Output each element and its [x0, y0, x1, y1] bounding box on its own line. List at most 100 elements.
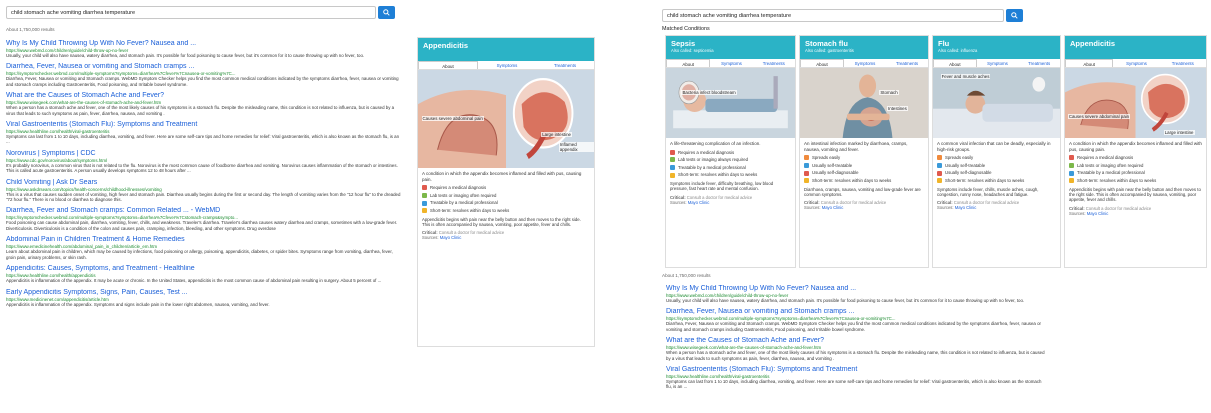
- result-title-link[interactable]: Viral Gastroenteritis (Stomach Flu): Sym…: [6, 121, 402, 129]
- tab-about[interactable]: About: [800, 59, 844, 67]
- feature-row: Short-term: resolves within days to week…: [422, 207, 590, 215]
- tab-symptoms[interactable]: Symptoms: [710, 59, 752, 67]
- source-link[interactable]: Mayo Clinic: [822, 205, 844, 210]
- sources-line: Sources: Mayo Clinic: [1069, 210, 1109, 216]
- condition-symptoms: Appendicitis begins with pain near the b…: [422, 216, 581, 227]
- tab-symptoms[interactable]: Symptoms: [478, 61, 536, 69]
- card-tabs: About Symptoms Treatments: [666, 59, 795, 68]
- result-title-link[interactable]: Abdominal Pain in Children Treatment & H…: [6, 236, 402, 244]
- feature-row: Treatable by a medical professional: [1069, 169, 1202, 177]
- feature-row: Short-term: resolves within days to week…: [1069, 177, 1202, 185]
- result-snippet: Appendicitis is inflammation of the appe…: [6, 301, 270, 307]
- illustration-label: Causes severe abdominal pain: [421, 116, 484, 122]
- result-item: Abdominal Pain in Children Treatment & H…: [6, 236, 402, 260]
- condition-symptoms: Diarrhoea, cramps, nausea, vomiting and …: [804, 186, 921, 197]
- lab-icon: [670, 157, 675, 163]
- right-result-item: Diarrhea, Fever, Nausea or vomiting and …: [666, 308, 1046, 332]
- feature-row: Requires a medical diagnosis: [422, 184, 590, 192]
- right-result-item: What are the Causes of Stomach Ache and …: [666, 337, 1046, 361]
- feature-text: Lab tests or imaging often required: [430, 192, 497, 198]
- result-snippet: Symptoms can last from 1 to 10 days, inc…: [666, 379, 1042, 390]
- source-link[interactable]: Mayo Clinic: [1087, 211, 1109, 216]
- result-title-link[interactable]: Norovirus | Symptoms | CDC: [6, 150, 402, 158]
- result-title-link[interactable]: What are the Causes of Stomach Ache and …: [666, 337, 1046, 345]
- tab-about[interactable]: About: [1065, 59, 1114, 67]
- result-title-link[interactable]: Early Appendicitis Symptoms, Signs, Pain…: [6, 289, 402, 297]
- result-title-link[interactable]: What are the Causes of Stomach Ache and …: [6, 92, 402, 100]
- feature-text: Spreads easily: [812, 155, 841, 161]
- tab-about[interactable]: About: [418, 61, 478, 69]
- search-input-right[interactable]: child stomach ache vomiting diarrhea tem…: [662, 9, 1004, 22]
- result-title-link[interactable]: Diarrhea, Fever and Stomach cramps: Comm…: [6, 207, 402, 215]
- sources-line: Sources: Mayo Clinic: [804, 205, 844, 211]
- search-query-right: child stomach ache vomiting diarrhea tem…: [667, 12, 792, 19]
- result-item: Appendicitis: Causes, Symptoms, and Trea…: [6, 265, 402, 283]
- card-body: A condition in which the appendix become…: [1065, 138, 1206, 219]
- tab-symptoms[interactable]: Symptoms: [1113, 59, 1159, 67]
- feature-text: Usually self-treatable: [945, 162, 986, 168]
- result-title-link[interactable]: Why Is My Child Throwing Up With No Feve…: [666, 285, 1046, 293]
- condition-illustration: Bacteria infect bloodstream: [666, 68, 795, 138]
- tab-about[interactable]: About: [933, 59, 977, 67]
- condition-description: A common viral infection that can be dea…: [937, 141, 1051, 152]
- illustration-label: Fever and muscle aches: [940, 74, 991, 80]
- condition-illustration: Causes severe abdominal pain Large intest…: [418, 70, 594, 168]
- treatment-icon: [422, 200, 427, 206]
- condition-aka: Also called: gastroenteritis: [805, 48, 854, 53]
- search-input[interactable]: child stomach ache vomiting diarrhea tem…: [6, 6, 376, 19]
- source-link[interactable]: Mayo Clinic: [955, 205, 977, 210]
- doctor-icon: [670, 149, 675, 155]
- condition-name[interactable]: Sepsis: [671, 40, 790, 48]
- illustration-label: Causes severe abdominal pain: [1067, 114, 1131, 120]
- feature-text: Requires a medical diagnosis: [430, 185, 487, 191]
- source-link[interactable]: Mayo Clinic: [688, 200, 710, 205]
- card-header: Flu Also called: influenza: [933, 36, 1060, 59]
- condition-card-stomach-flu: Stomach flu Also called: gastroenteritis A…: [799, 35, 929, 268]
- search-button-right[interactable]: [1006, 9, 1023, 22]
- result-item: Norovirus | Symptoms | CDC https://www.cd…: [6, 150, 402, 174]
- search-button[interactable]: [378, 6, 395, 19]
- search-bar: child stomach ache vomiting diarrhea tem…: [6, 6, 395, 19]
- condition-name[interactable]: Appendicitis: [1070, 40, 1201, 48]
- result-title-link[interactable]: Appendicitis: Causes, Symptoms, and Trea…: [6, 265, 402, 273]
- result-title-link[interactable]: Viral Gastroenteritis (Stomach Flu): Sym…: [666, 366, 1046, 374]
- condition-name[interactable]: Flu: [938, 40, 1055, 48]
- result-title-link[interactable]: Why Is My Child Throwing Up With No Feve…: [6, 40, 402, 48]
- illustration-label: Intestines: [887, 106, 908, 112]
- tab-treatments[interactable]: Treatments: [1018, 59, 1060, 67]
- feature-row: Short-term: resolves within days to week…: [804, 177, 924, 185]
- tab-treatments[interactable]: Treatments: [886, 59, 928, 67]
- card-tabs: About Symptoms Treatments: [800, 59, 928, 68]
- right-result-item: Why Is My Child Throwing Up With No Feve…: [666, 285, 1046, 303]
- feature-text: Requires a medical diagnosis: [678, 149, 735, 155]
- card-tabs: About Symptoms Treatments: [418, 61, 594, 70]
- result-title-link[interactable]: Child Vomiting | Ask Dr Sears: [6, 179, 402, 187]
- condition-name[interactable]: Appendicitis: [423, 42, 589, 50]
- tab-treatments[interactable]: Treatments: [753, 59, 795, 67]
- result-snippet: Food poisoning can cause abdominal pain,…: [6, 220, 398, 231]
- tab-treatments[interactable]: Treatments: [1160, 59, 1206, 67]
- illustration-label: Inflamed appendix: [558, 142, 594, 153]
- result-item: Diarrhea, Fever, Nausea or vomiting and …: [6, 63, 402, 87]
- result-snippet: Usually, your child will also have nause…: [6, 53, 365, 58]
- card-body: A condition in which the appendix become…: [418, 168, 594, 243]
- search-bar-right: child stomach ache vomiting diarrhea tem…: [662, 9, 1023, 22]
- tab-symptoms[interactable]: Symptoms: [977, 59, 1019, 67]
- result-snippet: Learn about abdominal pain in children, …: [6, 249, 393, 260]
- source-link[interactable]: Mayo Clinic: [440, 235, 462, 240]
- sources-line: Sources: Mayo Clinic: [937, 205, 977, 211]
- result-title-link[interactable]: Diarrhea, Fever, Nausea or vomiting and …: [6, 63, 402, 71]
- result-item: Early Appendicitis Symptoms, Signs, Pain…: [6, 289, 402, 307]
- tab-about[interactable]: About: [666, 59, 711, 67]
- result-title-link[interactable]: Diarrhea, Fever, Nausea or vomiting and …: [666, 308, 1046, 316]
- feature-text: Short-term: resolves within days to week…: [1077, 177, 1157, 183]
- condition-name[interactable]: Stomach flu: [805, 40, 923, 48]
- result-count: About 1,750,000 results: [6, 27, 55, 32]
- feature-row: Treatable by a medical professional: [422, 199, 590, 207]
- result-snippet: Appendicitis is inflammation of the appe…: [6, 278, 382, 284]
- card-body: A common viral infection that can be dea…: [933, 138, 1060, 213]
- tab-treatments[interactable]: Treatments: [536, 61, 594, 69]
- feature-text: Short-term: resolves within days to week…: [812, 177, 892, 183]
- tab-symptoms[interactable]: Symptoms: [844, 59, 886, 67]
- result-snippet: Diarrhea, Fever, Nausea or vomiting and …: [6, 76, 399, 87]
